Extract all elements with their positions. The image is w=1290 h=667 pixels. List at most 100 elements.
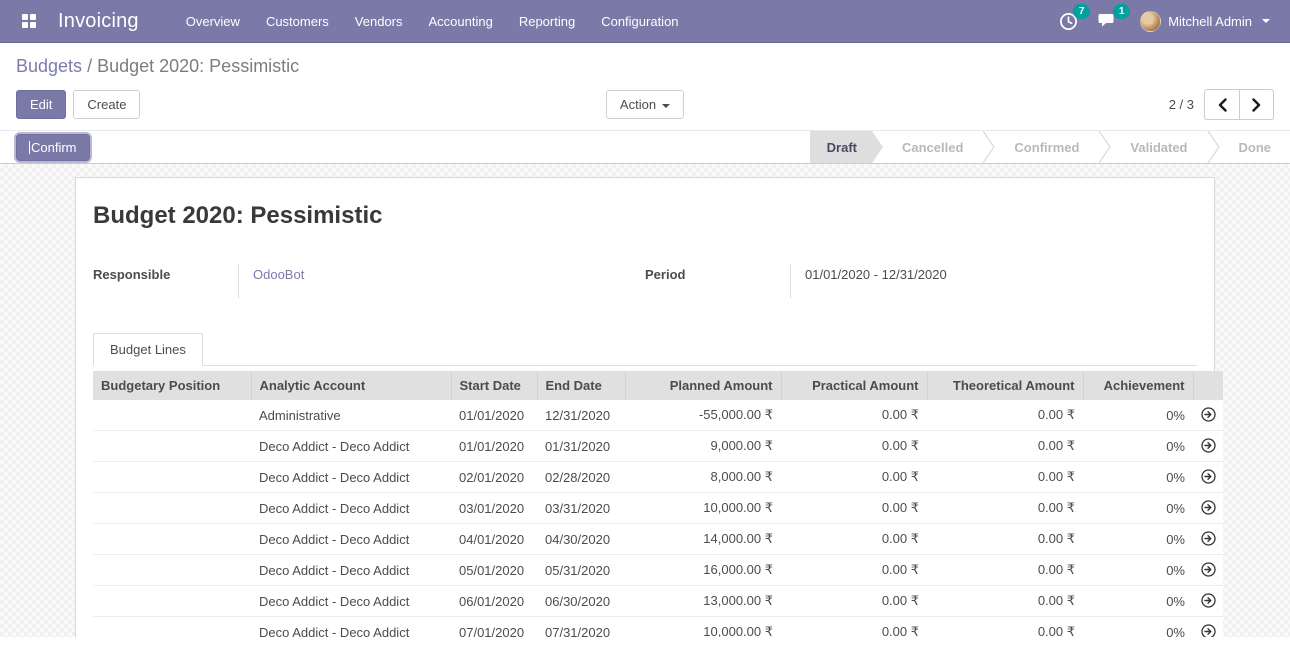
cell-practical-amount[interactable]: 0.00 ₹ — [781, 493, 927, 524]
cell-end-date[interactable]: 04/30/2020 — [537, 524, 625, 555]
cell-open-record[interactable] — [1193, 586, 1223, 617]
col-practical-amount[interactable]: Practical Amount — [781, 371, 927, 400]
table-row[interactable]: Deco Addict - Deco Addict 01/01/2020 01/… — [93, 431, 1223, 462]
cell-practical-amount[interactable]: 0.00 ₹ — [781, 586, 927, 617]
breadcrumb-parent-link[interactable]: Budgets — [16, 56, 82, 76]
cell-achievement[interactable]: 0% — [1083, 493, 1193, 524]
app-name[interactable]: Invoicing — [58, 10, 139, 33]
edit-button[interactable]: Edit — [16, 90, 66, 119]
cell-theoretical-amount[interactable]: 0.00 ₹ — [927, 586, 1083, 617]
pager-previous-button[interactable] — [1204, 89, 1239, 120]
cell-budgetary-position[interactable] — [93, 493, 251, 524]
activities-button[interactable]: 7 — [1055, 8, 1088, 35]
cell-analytic-account[interactable]: Deco Addict - Deco Addict — [251, 462, 451, 493]
menu-vendors[interactable]: Vendors — [342, 0, 416, 42]
cell-budgetary-position[interactable] — [93, 524, 251, 555]
status-step-confirmed[interactable]: Confirmed — [995, 131, 1098, 163]
cell-practical-amount[interactable]: 0.00 ₹ — [781, 431, 927, 462]
cell-start-date[interactable]: 06/01/2020 — [451, 586, 537, 617]
table-row[interactable]: Deco Addict - Deco Addict 04/01/2020 04/… — [93, 524, 1223, 555]
cell-theoretical-amount[interactable]: 0.00 ₹ — [927, 555, 1083, 586]
cell-practical-amount[interactable]: 0.00 ₹ — [781, 400, 927, 431]
cell-achievement[interactable]: 0% — [1083, 400, 1193, 431]
cell-practical-amount[interactable]: 0.00 ₹ — [781, 617, 927, 638]
table-row[interactable]: Deco Addict - Deco Addict 02/01/2020 02/… — [93, 462, 1223, 493]
cell-planned-amount[interactable]: -55,000.00 ₹ — [625, 400, 781, 431]
col-budgetary-position[interactable]: Budgetary Position — [93, 371, 251, 400]
cell-end-date[interactable]: 01/31/2020 — [537, 431, 625, 462]
cell-analytic-account[interactable]: Deco Addict - Deco Addict — [251, 524, 451, 555]
cell-end-date[interactable]: 12/31/2020 — [537, 400, 625, 431]
status-step-done[interactable]: Done — [1220, 131, 1290, 163]
menu-accounting[interactable]: Accounting — [416, 0, 506, 42]
cell-open-record[interactable] — [1193, 431, 1223, 462]
cell-achievement[interactable]: 0% — [1083, 617, 1193, 638]
cell-start-date[interactable]: 01/01/2020 — [451, 431, 537, 462]
user-menu[interactable]: Mitchell Admin — [1134, 11, 1276, 32]
create-button[interactable]: Create — [73, 90, 140, 119]
cell-budgetary-position[interactable] — [93, 431, 251, 462]
cell-achievement[interactable]: 0% — [1083, 431, 1193, 462]
cell-end-date[interactable]: 03/31/2020 — [537, 493, 625, 524]
cell-open-record[interactable] — [1193, 555, 1223, 586]
cell-analytic-account[interactable]: Deco Addict - Deco Addict — [251, 586, 451, 617]
cell-start-date[interactable]: 01/01/2020 — [451, 400, 537, 431]
cell-end-date[interactable]: 05/31/2020 — [537, 555, 625, 586]
table-row[interactable]: Deco Addict - Deco Addict 05/01/2020 05/… — [93, 555, 1223, 586]
cell-start-date[interactable]: 03/01/2020 — [451, 493, 537, 524]
cell-theoretical-amount[interactable]: 0.00 ₹ — [927, 400, 1083, 431]
cell-theoretical-amount[interactable]: 0.00 ₹ — [927, 431, 1083, 462]
status-step-cancelled[interactable]: Cancelled — [883, 131, 982, 163]
cell-analytic-account[interactable]: Administrative — [251, 400, 451, 431]
col-planned-amount[interactable]: Planned Amount — [625, 371, 781, 400]
status-step-draft[interactable]: Draft — [810, 131, 883, 163]
cell-analytic-account[interactable]: Deco Addict - Deco Addict — [251, 555, 451, 586]
col-analytic-account[interactable]: Analytic Account — [251, 371, 451, 400]
menu-configuration[interactable]: Configuration — [588, 0, 691, 42]
table-row[interactable]: Deco Addict - Deco Addict 06/01/2020 06/… — [93, 586, 1223, 617]
cell-planned-amount[interactable]: 9,000.00 ₹ — [625, 431, 781, 462]
confirm-button[interactable]: Confirm — [16, 134, 90, 161]
cell-achievement[interactable]: 0% — [1083, 524, 1193, 555]
cell-achievement[interactable]: 0% — [1083, 586, 1193, 617]
menu-reporting[interactable]: Reporting — [506, 0, 588, 42]
cell-start-date[interactable]: 02/01/2020 — [451, 462, 537, 493]
cell-budgetary-position[interactable] — [93, 586, 251, 617]
cell-planned-amount[interactable]: 10,000.00 ₹ — [625, 493, 781, 524]
apps-menu-button[interactable] — [14, 6, 44, 36]
cell-analytic-account[interactable]: Deco Addict - Deco Addict — [251, 617, 451, 638]
cell-end-date[interactable]: 02/28/2020 — [537, 462, 625, 493]
cell-practical-amount[interactable]: 0.00 ₹ — [781, 524, 927, 555]
messages-button[interactable]: 1 — [1094, 8, 1128, 34]
cell-analytic-account[interactable]: Deco Addict - Deco Addict — [251, 431, 451, 462]
cell-open-record[interactable] — [1193, 493, 1223, 524]
cell-theoretical-amount[interactable]: 0.00 ₹ — [927, 493, 1083, 524]
responsible-value-link[interactable]: OdooBot — [253, 267, 304, 282]
cell-planned-amount[interactable]: 10,000.00 ₹ — [625, 617, 781, 638]
cell-theoretical-amount[interactable]: 0.00 ₹ — [927, 462, 1083, 493]
cell-planned-amount[interactable]: 13,000.00 ₹ — [625, 586, 781, 617]
cell-budgetary-position[interactable] — [93, 400, 251, 431]
table-row[interactable]: Deco Addict - Deco Addict 03/01/2020 03/… — [93, 493, 1223, 524]
col-end-date[interactable]: End Date — [537, 371, 625, 400]
status-step-validated[interactable]: Validated — [1111, 131, 1206, 163]
table-row[interactable]: Deco Addict - Deco Addict 07/01/2020 07/… — [93, 617, 1223, 638]
tab-budget-lines[interactable]: Budget Lines — [93, 333, 203, 366]
cell-practical-amount[interactable]: 0.00 ₹ — [781, 555, 927, 586]
cell-start-date[interactable]: 07/01/2020 — [451, 617, 537, 638]
cell-end-date[interactable]: 06/30/2020 — [537, 586, 625, 617]
cell-open-record[interactable] — [1193, 400, 1223, 431]
cell-planned-amount[interactable]: 8,000.00 ₹ — [625, 462, 781, 493]
cell-budgetary-position[interactable] — [93, 555, 251, 586]
menu-overview[interactable]: Overview — [173, 0, 253, 42]
cell-start-date[interactable]: 04/01/2020 — [451, 524, 537, 555]
cell-start-date[interactable]: 05/01/2020 — [451, 555, 537, 586]
cell-open-record[interactable] — [1193, 617, 1223, 638]
cell-theoretical-amount[interactable]: 0.00 ₹ — [927, 617, 1083, 638]
cell-end-date[interactable]: 07/31/2020 — [537, 617, 625, 638]
cell-practical-amount[interactable]: 0.00 ₹ — [781, 462, 927, 493]
menu-customers[interactable]: Customers — [253, 0, 342, 42]
pager-next-button[interactable] — [1239, 89, 1274, 120]
cell-achievement[interactable]: 0% — [1083, 555, 1193, 586]
cell-achievement[interactable]: 0% — [1083, 462, 1193, 493]
